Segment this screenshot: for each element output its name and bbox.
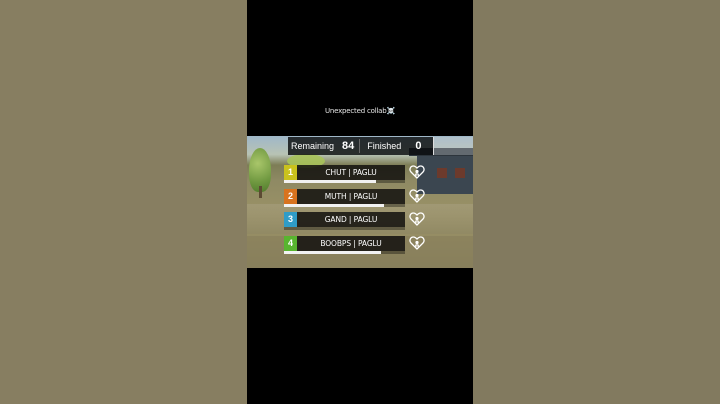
teammate-rank-badge: 3 [284, 212, 297, 227]
teammate-row: 2 MUTH | PAGLU [284, 189, 405, 208]
downed-heart-icon [409, 211, 425, 227]
teammate-name: CHUT | PAGLU [297, 165, 405, 180]
left-backdrop [0, 0, 247, 404]
health-bar [284, 180, 405, 183]
health-bar [284, 227, 405, 230]
teammate-rank-badge: 4 [284, 236, 297, 251]
health-bar-fill [284, 204, 385, 207]
health-bar-fill [284, 251, 381, 254]
game-view: Remaining 84 Finished 0 1 CHUT | PAGLU 2 MU… [247, 136, 473, 268]
video-frame: Unexpected collab☠️ Remaining 84 Finishe… [247, 0, 473, 404]
health-bar-fill [284, 180, 376, 183]
building [409, 148, 473, 194]
building-window [455, 168, 465, 178]
teammate-row: 3 GAND | PAGLU [284, 212, 405, 231]
divider [359, 139, 361, 153]
downed-heart-icon [409, 235, 425, 251]
downed-heart-icon [409, 164, 425, 180]
teammate-row: 4 BOOBPS | PAGLU [284, 236, 405, 255]
finished-count: 0 [415, 140, 422, 152]
teammate-row: 1 CHUT | PAGLU [284, 165, 405, 184]
match-status-bar: Remaining 84 Finished 0 [288, 137, 433, 155]
finished-label: Finished [367, 141, 402, 151]
hud-edge [433, 137, 473, 155]
remaining-label: Remaining [291, 141, 335, 151]
teammate-rank-badge: 2 [284, 189, 297, 204]
teammate-rank-badge: 1 [284, 165, 297, 180]
video-caption: Unexpected collab☠️ [324, 107, 396, 115]
health-bar [284, 251, 405, 254]
teammate-name: BOOBPS | PAGLU [297, 236, 405, 251]
right-backdrop [473, 0, 720, 404]
teammate-name: GAND | PAGLU [297, 212, 405, 227]
downed-heart-icon [409, 188, 425, 204]
remaining-count: 84 [342, 140, 355, 152]
tree-trunk [259, 186, 262, 198]
health-bar [284, 204, 405, 207]
teammate-name: MUTH | PAGLU [297, 189, 405, 204]
building-window [437, 168, 447, 178]
